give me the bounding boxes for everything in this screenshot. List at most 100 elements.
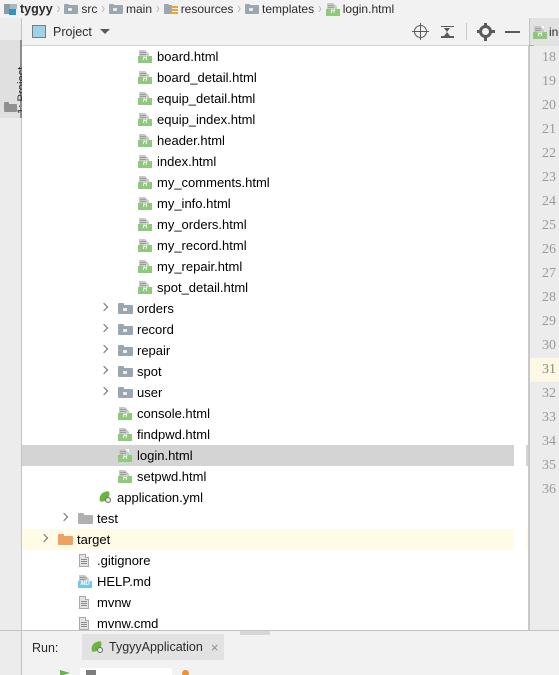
line-number: 29 bbox=[542, 314, 556, 329]
html-file-icon: H bbox=[138, 281, 152, 294]
tree-row-label: index.html bbox=[157, 154, 217, 169]
tree-row-label: findpwd.html bbox=[137, 427, 210, 442]
tree-row[interactable]: test bbox=[22, 508, 529, 529]
tree-row[interactable]: Hconsole.html bbox=[22, 403, 529, 424]
project-view-selector[interactable]: Project bbox=[32, 25, 110, 39]
tree-row[interactable]: Hmy_info.html bbox=[22, 193, 529, 214]
line-number: 33 bbox=[542, 410, 556, 425]
collapse-all-icon[interactable] bbox=[439, 23, 456, 40]
tree-row[interactable]: Hmy_orders.html bbox=[22, 214, 529, 235]
markdown-file-icon: MD bbox=[78, 575, 92, 588]
text-file-icon bbox=[78, 596, 90, 609]
gear-icon[interactable] bbox=[476, 22, 495, 41]
tree-row-label: equip_index.html bbox=[157, 112, 256, 127]
line-number: 23 bbox=[542, 170, 556, 185]
tree-row[interactable]: Hspot_detail.html bbox=[22, 277, 529, 298]
folder-icon bbox=[4, 102, 17, 113]
locate-icon[interactable] bbox=[412, 23, 429, 40]
tree-row[interactable]: repair bbox=[22, 340, 529, 361]
breadcrumb-item-label: templates bbox=[262, 2, 315, 16]
html-file-icon: H bbox=[138, 239, 152, 252]
tree-row[interactable]: application.yml bbox=[22, 487, 529, 508]
tree-row[interactable]: Hboard.html bbox=[22, 46, 529, 67]
chevron-right-icon[interactable] bbox=[100, 367, 109, 376]
chevron-right-icon[interactable] bbox=[40, 535, 49, 544]
chevron-down-icon[interactable] bbox=[99, 29, 110, 34]
line-number: 32 bbox=[542, 386, 556, 401]
run-panel-resize-handle[interactable] bbox=[240, 631, 270, 635]
breadcrumb-separator: › bbox=[56, 0, 61, 17]
breadcrumb-item-src[interactable]: src bbox=[64, 0, 97, 18]
tree-row-label: my_repair.html bbox=[157, 259, 243, 274]
html-file-icon: H bbox=[138, 92, 152, 105]
tree-row[interactable]: Hmy_comments.html bbox=[22, 172, 529, 193]
tree-row[interactable]: Hheader.html bbox=[22, 130, 529, 151]
tree-row[interactable]: user bbox=[22, 382, 529, 403]
breadcrumb-item-label: src bbox=[81, 2, 98, 16]
tree-row[interactable]: Hsetpwd.html bbox=[22, 466, 529, 487]
tree-row[interactable]: Hequip_detail.html bbox=[22, 88, 529, 109]
tree-scrollbar-track[interactable] bbox=[514, 46, 526, 630]
close-icon[interactable]: × bbox=[211, 641, 219, 654]
line-number: 36 bbox=[542, 482, 556, 497]
breadcrumb-item-templates[interactable]: templates bbox=[245, 0, 314, 18]
minimize-icon[interactable] bbox=[504, 23, 521, 40]
folder-icon bbox=[118, 323, 133, 336]
project-tool-window-header: Project bbox=[22, 18, 529, 46]
chevron-right-icon[interactable] bbox=[100, 304, 109, 313]
breadcrumb-item-label: tygyy bbox=[20, 2, 53, 16]
tree-row[interactable]: record bbox=[22, 319, 529, 340]
editor-tab[interactable]: H in bbox=[529, 18, 559, 46]
tree-row-label: login.html bbox=[137, 448, 193, 463]
line-number: 25 bbox=[542, 218, 556, 233]
line-number: 35 bbox=[542, 458, 556, 473]
html-file-icon: H bbox=[138, 50, 152, 63]
endpoints-icon bbox=[182, 670, 189, 675]
tree-row[interactable]: Hlogin.html bbox=[22, 445, 529, 466]
chevron-right-icon[interactable] bbox=[100, 346, 109, 355]
run-configuration-tab[interactable]: TygyyApplication × bbox=[82, 634, 225, 660]
breadcrumb-item-resources[interactable]: resources bbox=[163, 0, 234, 18]
tree-row-label: application.yml bbox=[117, 490, 203, 505]
line-number: 22 bbox=[542, 146, 556, 161]
html-file-icon: H bbox=[118, 407, 132, 420]
folder-icon bbox=[118, 302, 133, 315]
tree-row-label: orders bbox=[137, 301, 174, 316]
chevron-right-icon[interactable] bbox=[100, 388, 109, 397]
project-file-tree[interactable]: Hboard.html Hboard_detail.html Hequip_deta… bbox=[22, 46, 529, 630]
tree-row-label: my_comments.html bbox=[157, 175, 270, 190]
chevron-right-icon[interactable] bbox=[100, 325, 109, 334]
tree-row[interactable]: Hfindpwd.html bbox=[22, 424, 529, 445]
breadcrumb-item-main[interactable]: main bbox=[109, 0, 152, 18]
tree-row[interactable]: orders bbox=[22, 298, 529, 319]
breadcrumb-item-tygyy[interactable]: tygyy bbox=[4, 0, 53, 18]
tree-row-label: .gitignore bbox=[97, 553, 151, 568]
breadcrumb-separator: › bbox=[237, 0, 242, 17]
tree-row[interactable]: Hmy_repair.html bbox=[22, 256, 529, 277]
tree-row[interactable]: mvnw.cmd bbox=[22, 613, 529, 630]
tree-row[interactable]: mvnw bbox=[22, 592, 529, 613]
ide-window: tygyy › src › main › resources › templates › Hlogi… bbox=[0, 0, 559, 675]
tree-row[interactable]: spot bbox=[22, 361, 529, 382]
chevron-right-icon[interactable] bbox=[60, 514, 69, 523]
tree-row[interactable]: Hequip_index.html bbox=[22, 109, 529, 130]
breadcrumb-item-label: resources bbox=[180, 2, 234, 16]
html-file-icon: H bbox=[138, 260, 152, 273]
line-number: 31 bbox=[530, 358, 559, 382]
folder-icon bbox=[118, 386, 133, 399]
breadcrumb-item-login-html[interactable]: Hlogin.html bbox=[325, 0, 394, 18]
tree-row[interactable]: Hindex.html bbox=[22, 151, 529, 172]
tree-row[interactable]: MD HELP.md bbox=[22, 571, 529, 592]
resources-folder-icon bbox=[163, 3, 178, 15]
tool-window-actions bbox=[412, 22, 529, 41]
tree-row[interactable]: Hmy_record.html bbox=[22, 235, 529, 256]
html-file-icon: H bbox=[533, 25, 547, 39]
tree-row[interactable]: .gitignore bbox=[22, 550, 529, 571]
breadcrumb-separator: › bbox=[318, 0, 322, 17]
html-file-icon: H bbox=[118, 470, 132, 483]
tree-row[interactable]: target bbox=[22, 529, 529, 550]
tree-row-label: record bbox=[137, 322, 174, 337]
tree-row[interactable]: Hboard_detail.html bbox=[22, 67, 529, 88]
run-label: Run: bbox=[32, 641, 59, 655]
folder-icon bbox=[245, 3, 260, 15]
